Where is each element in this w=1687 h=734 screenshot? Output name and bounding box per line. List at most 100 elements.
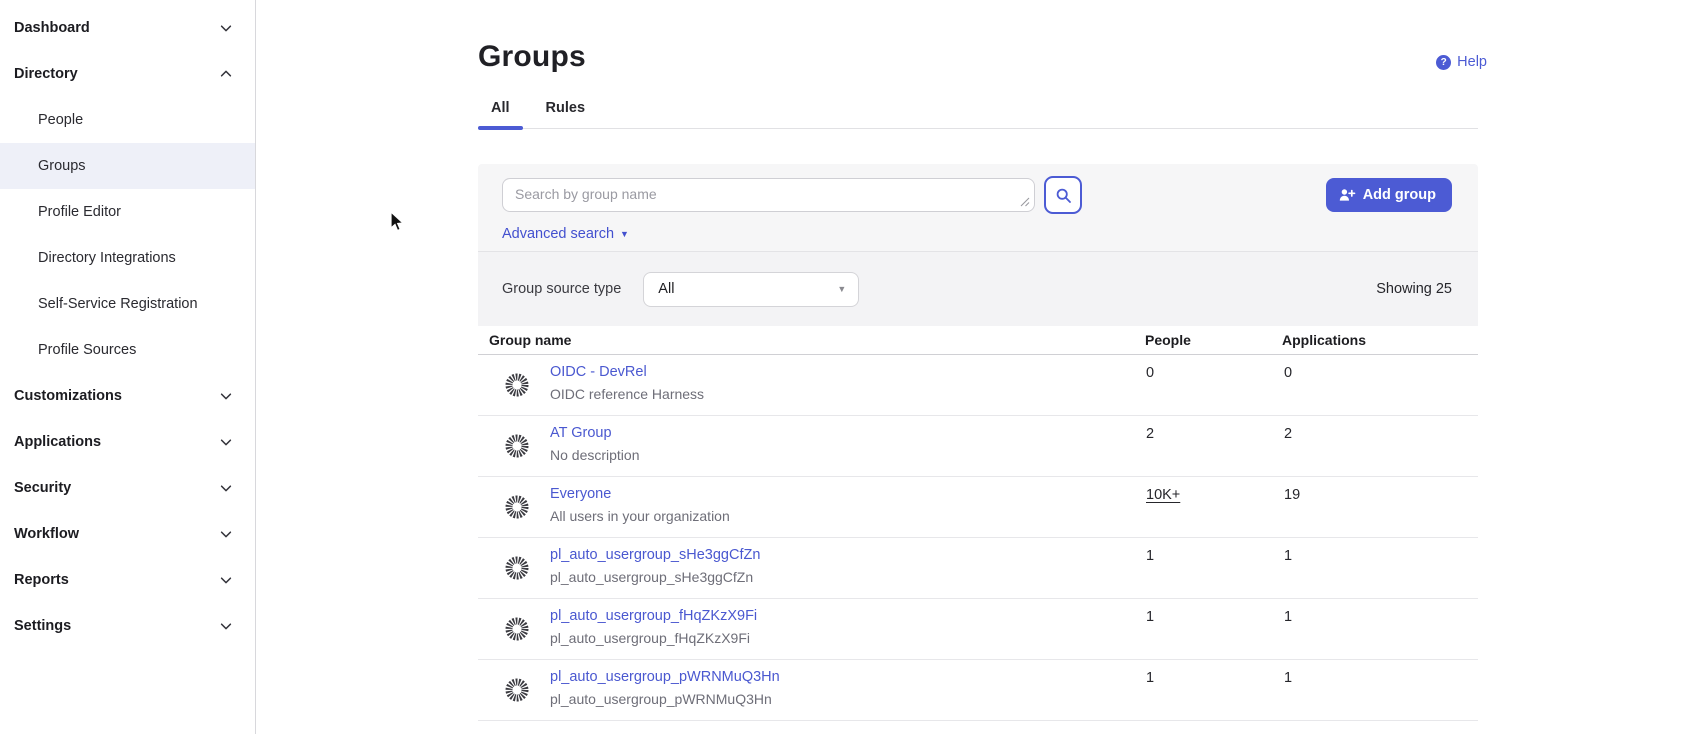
group-icon [504, 555, 530, 581]
sidebar-item-label: Profile Editor [38, 204, 121, 220]
app-root: Dashboard Directory People Groups Profile Ed… [0, 0, 1687, 734]
tab-rules[interactable]: Rules [533, 100, 599, 128]
search-panel: Add group Advanced search ▼ Group source… [478, 164, 1478, 326]
group-icon-wrap [504, 433, 530, 464]
sidebar-item-groups[interactable]: Groups [0, 143, 255, 189]
chevron-down-icon [219, 619, 233, 633]
filter-section: Group source type All ▼ Showing 25 [478, 251, 1478, 326]
advanced-search-label: Advanced search [502, 226, 614, 242]
group-source-type-label: Group source type [502, 281, 621, 297]
applications-count: 19 [1284, 487, 1300, 503]
table-row: AT GroupNo description22 [478, 416, 1478, 477]
tab-all[interactable]: All [478, 100, 523, 128]
group-name-link[interactable]: AT Group [550, 425, 612, 441]
group-icon-wrap [504, 677, 530, 708]
sidebar-item-label: Applications [14, 434, 101, 450]
sidebar-item-profile-editor[interactable]: Profile Editor [0, 189, 255, 235]
add-group-button[interactable]: Add group [1326, 178, 1452, 212]
caret-down-icon: ▼ [620, 229, 629, 239]
sidebar-item-label: Directory Integrations [38, 250, 176, 266]
sidebar: Dashboard Directory People Groups Profile Ed… [0, 0, 256, 734]
table-row: pl_auto_usergroup_sHe3ggCfZn pl_auto_user… [478, 538, 1478, 599]
group-description: pl_auto_usergroup_fHqZKzX9Fi [550, 630, 750, 646]
sidebar-item-label: Reports [14, 572, 69, 588]
search-input[interactable] [502, 178, 1035, 212]
advanced-search-link[interactable]: Advanced search ▼ [502, 226, 629, 242]
group-name-link[interactable]: pl_auto_usergroup_fHqZKzX9Fi [550, 608, 757, 624]
group-name-link[interactable]: Everyone [550, 486, 611, 502]
group-name-link[interactable]: pl_auto_usergroup_sHe3ggCfZn [550, 547, 760, 563]
column-group-name: Group name [489, 332, 571, 348]
sidebar-item-label: Customizations [14, 388, 122, 404]
group-icon-wrap [504, 494, 530, 525]
applications-count: 1 [1284, 548, 1292, 564]
sidebar-item-profile-sources[interactable]: Profile Sources [0, 327, 255, 373]
add-group-icon [1338, 186, 1356, 204]
sidebar-item-label: Security [14, 480, 71, 496]
tab-bar: All Rules [478, 100, 1478, 129]
table-body: OIDC - DevRelOIDC reference Harness00AT … [478, 355, 1478, 721]
column-people: People [1145, 332, 1191, 348]
group-icon [504, 616, 530, 642]
search-input-wrap [502, 178, 1035, 212]
main-content: ? Help Groups AllRules [256, 0, 1687, 734]
group-icon [504, 372, 530, 398]
sidebar-item-applications[interactable]: Applications [0, 419, 255, 465]
sidebar-item-directory-integrations[interactable]: Directory Integrations [0, 235, 255, 281]
caret-down-icon: ▼ [837, 284, 846, 294]
sidebar-item-label: Dashboard [14, 20, 90, 36]
group-icon-wrap [504, 616, 530, 647]
group-icon-wrap [504, 555, 530, 586]
sidebar-item-settings[interactable]: Settings [0, 603, 255, 649]
applications-count: 1 [1284, 609, 1292, 625]
sidebar-item-label: Workflow [14, 526, 79, 542]
group-description: pl_auto_usergroup_pWRNMuQ3Hn [550, 691, 772, 707]
sidebar-item-label: Settings [14, 618, 71, 634]
sidebar-item-label: Groups [38, 158, 86, 174]
sidebar-item-label: Profile Sources [38, 342, 136, 358]
content-column: Groups AllRules [478, 40, 1478, 721]
people-count[interactable]: 10K+ [1146, 487, 1180, 503]
showing-count: Showing 25 [1376, 281, 1452, 297]
table-row: pl_auto_usergroup_pWRNMuQ3Hn pl_auto_user… [478, 660, 1478, 721]
chevron-down-icon [219, 573, 233, 587]
people-count: 1 [1146, 609, 1154, 625]
people-count: 2 [1146, 426, 1154, 442]
people-count: 1 [1146, 670, 1154, 686]
group-description: OIDC reference Harness [550, 386, 704, 402]
group-description: pl_auto_usergroup_sHe3ggCfZn [550, 569, 753, 585]
chevron-down-icon [219, 435, 233, 449]
table-row: OIDC - DevRelOIDC reference Harness00 [478, 355, 1478, 416]
search-section: Add group Advanced search ▼ [478, 164, 1478, 251]
chevron-down-icon [219, 389, 233, 403]
group-icon [504, 677, 530, 703]
sidebar-item-directory[interactable]: Directory [0, 51, 255, 97]
group-description: No description [550, 447, 640, 463]
sidebar-item-dashboard[interactable]: Dashboard [0, 5, 255, 51]
group-icon-wrap [504, 372, 530, 403]
sidebar-item-workflow[interactable]: Workflow [0, 511, 255, 557]
search-button[interactable] [1044, 176, 1082, 214]
group-name-link[interactable]: OIDC - DevRel [550, 364, 647, 380]
people-count: 1 [1146, 548, 1154, 564]
sidebar-item-label: Self-Service Registration [38, 296, 198, 312]
search-icon [1055, 187, 1072, 204]
table-header: Group name People Applications [478, 326, 1478, 355]
group-icon [504, 433, 530, 459]
group-icon [504, 494, 530, 520]
column-applications: Applications [1282, 332, 1366, 348]
table-row: Everyone All users in your organization 10… [478, 477, 1478, 538]
group-source-type-select[interactable]: All ▼ [643, 272, 859, 307]
chevron-down-icon [219, 21, 233, 35]
sidebar-item-people[interactable]: People [0, 97, 255, 143]
group-name-link[interactable]: pl_auto_usergroup_pWRNMuQ3Hn [550, 669, 780, 685]
sidebar-nav: Dashboard Directory People Groups Profile Ed… [0, 5, 255, 649]
sidebar-item-label: People [38, 112, 83, 128]
sidebar-item-security[interactable]: Security [0, 465, 255, 511]
sidebar-item-reports[interactable]: Reports [0, 557, 255, 603]
table-row: pl_auto_usergroup_fHqZKzX9Fi pl_auto_user… [478, 599, 1478, 660]
sidebar-item-self-service-registration[interactable]: Self-Service Registration [0, 281, 255, 327]
sidebar-item-customizations[interactable]: Customizations [0, 373, 255, 419]
group-description: All users in your organization [550, 508, 730, 524]
chevron-down-icon [219, 527, 233, 541]
